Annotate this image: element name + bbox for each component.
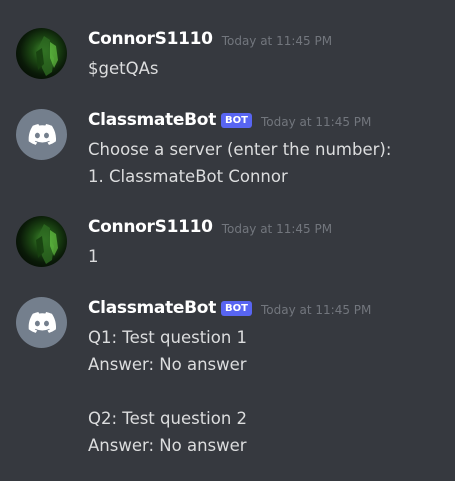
- message-text: 1: [88, 247, 99, 266]
- message-text: Answer: No answer: [88, 355, 247, 374]
- timestamp: Today at 11:45 PM: [260, 114, 372, 129]
- message-text: Q2: Test question 2: [88, 409, 248, 428]
- message-text: Choose a server (enter the number):: [88, 140, 392, 159]
- message-text: Q1: Test question 1: [88, 328, 248, 347]
- username[interactable]: ConnorS1110: [88, 29, 213, 49]
- message-text: 1. ClassmateBot Connor: [88, 167, 288, 186]
- message-text: Answer: No answer: [88, 436, 247, 455]
- bot-badge: BOT: [221, 112, 252, 128]
- timestamp: Today at 11:45 PM: [221, 221, 333, 236]
- timestamp: Today at 11:45 PM: [221, 33, 333, 48]
- discord-logo-icon: [28, 311, 56, 333]
- timestamp: Today at 11:45 PM: [260, 302, 372, 317]
- user-avatar-image: [36, 36, 58, 76]
- user-avatar-image: [36, 224, 58, 264]
- message-text: $getQAs: [88, 59, 159, 78]
- username[interactable]: ClassmateBot: [88, 298, 216, 318]
- bot-badge: BOT: [221, 300, 252, 316]
- discord-logo-icon: [28, 123, 56, 145]
- bot-avatar[interactable]: [16, 109, 67, 160]
- username[interactable]: ClassmateBot: [88, 110, 216, 130]
- user-avatar[interactable]: [16, 28, 67, 79]
- username[interactable]: ConnorS1110: [88, 217, 213, 237]
- user-avatar[interactable]: [16, 216, 67, 267]
- bot-avatar[interactable]: [16, 297, 67, 348]
